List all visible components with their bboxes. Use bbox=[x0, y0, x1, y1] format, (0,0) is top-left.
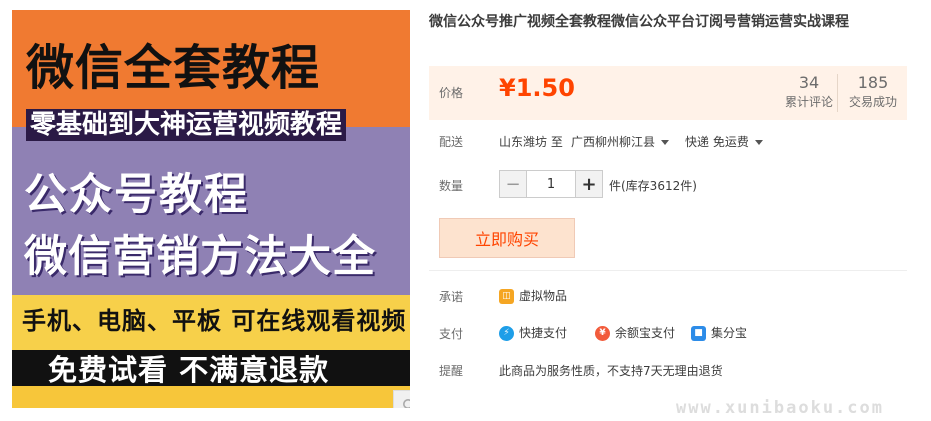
lightning-icon: ⚡ bbox=[499, 326, 514, 341]
stat-divider bbox=[837, 74, 838, 112]
reviews-stat[interactable]: 34 累计评论 bbox=[781, 73, 837, 110]
quantity-stepper: − 1 + bbox=[499, 170, 603, 198]
promise-item[interactable]: ◫ 虚拟物品 bbox=[499, 287, 567, 304]
virtual-goods-icon: ◫ bbox=[499, 289, 514, 304]
reminder-text: 此商品为服务性质，不支持7天无理由退货 bbox=[499, 364, 723, 378]
buy-now-button[interactable]: 立即购买 bbox=[439, 218, 575, 258]
stock-info: 件(库存3612件) bbox=[609, 179, 697, 193]
destination-text: 广西柳州柳江县 bbox=[571, 135, 656, 149]
chevron-down-icon bbox=[661, 140, 670, 145]
product-image[interactable]: 微信全套教程 零基础到大神运营视频教程 公众号教程 微信营销方法大全 手机、电脑… bbox=[12, 10, 410, 408]
payment-yuebao[interactable]: ¥ 余额宝支付 bbox=[595, 324, 675, 341]
payment-label: 支付 bbox=[439, 327, 464, 341]
method-text: 快递 免运费 bbox=[685, 135, 749, 149]
banner-line-3: 公众号教程 bbox=[24, 170, 249, 220]
price-label: 价格 bbox=[439, 86, 464, 100]
divider bbox=[429, 270, 907, 271]
jifenbao-icon: ■ bbox=[691, 326, 706, 341]
yuebao-icon: ¥ bbox=[595, 326, 610, 341]
banner-section-bottom bbox=[12, 386, 410, 408]
promise-text: 虚拟物品 bbox=[519, 289, 568, 303]
banner-line-6: 免费试看 不满意退款 bbox=[48, 353, 330, 387]
reviews-label: 累计评论 bbox=[784, 95, 833, 109]
banner-subheadline: 零基础到大神运营视频教程 bbox=[26, 109, 347, 141]
reviews-count: 34 bbox=[798, 73, 820, 92]
price-box: 价格 ¥1.50 34 累计评论 185 交易成功 bbox=[429, 66, 907, 120]
delivery-method[interactable]: 快递 免运费 bbox=[685, 133, 763, 150]
quantity-label: 数量 bbox=[439, 179, 464, 193]
promise-label: 承诺 bbox=[439, 290, 464, 304]
magnifier-icon bbox=[402, 399, 410, 408]
delivery-from: 山东潍坊 至 bbox=[499, 135, 563, 149]
quantity-input[interactable]: 1 bbox=[526, 171, 576, 197]
payment-method-3: 集分宝 bbox=[711, 326, 748, 340]
sales-stat: 185 交易成功 bbox=[845, 73, 901, 110]
payment-method-1: 快捷支付 bbox=[519, 326, 568, 340]
banner-headline: 微信全套教程 bbox=[26, 40, 321, 96]
sales-label: 交易成功 bbox=[848, 95, 897, 109]
payment-jifenbao[interactable]: ■ 集分宝 bbox=[691, 324, 747, 341]
delivery-label: 配送 bbox=[439, 135, 464, 149]
increase-button[interactable]: + bbox=[576, 171, 602, 197]
banner-line-4: 微信营销方法大全 bbox=[24, 232, 376, 282]
decrease-button[interactable]: − bbox=[500, 171, 526, 197]
chevron-down-icon bbox=[754, 140, 763, 145]
zoom-button[interactable] bbox=[393, 390, 410, 408]
sales-count: 185 bbox=[857, 73, 889, 92]
delivery-destination[interactable]: 广西柳州柳江县 bbox=[571, 133, 670, 150]
product-title: 微信公众号推广视频全套教程微信公众平台订阅号营销运营实战课程 bbox=[429, 14, 849, 30]
banner-line-5: 手机、电脑、平板 可在线观看视频 bbox=[22, 307, 407, 335]
payment-quick[interactable]: ⚡ 快捷支付 bbox=[499, 324, 567, 341]
watermark: www.xunibaoku.com bbox=[676, 398, 884, 418]
payment-method-2: 余额宝支付 bbox=[615, 326, 676, 340]
price-value: ¥1.50 bbox=[499, 74, 575, 102]
reminder-label: 提醒 bbox=[439, 364, 464, 378]
